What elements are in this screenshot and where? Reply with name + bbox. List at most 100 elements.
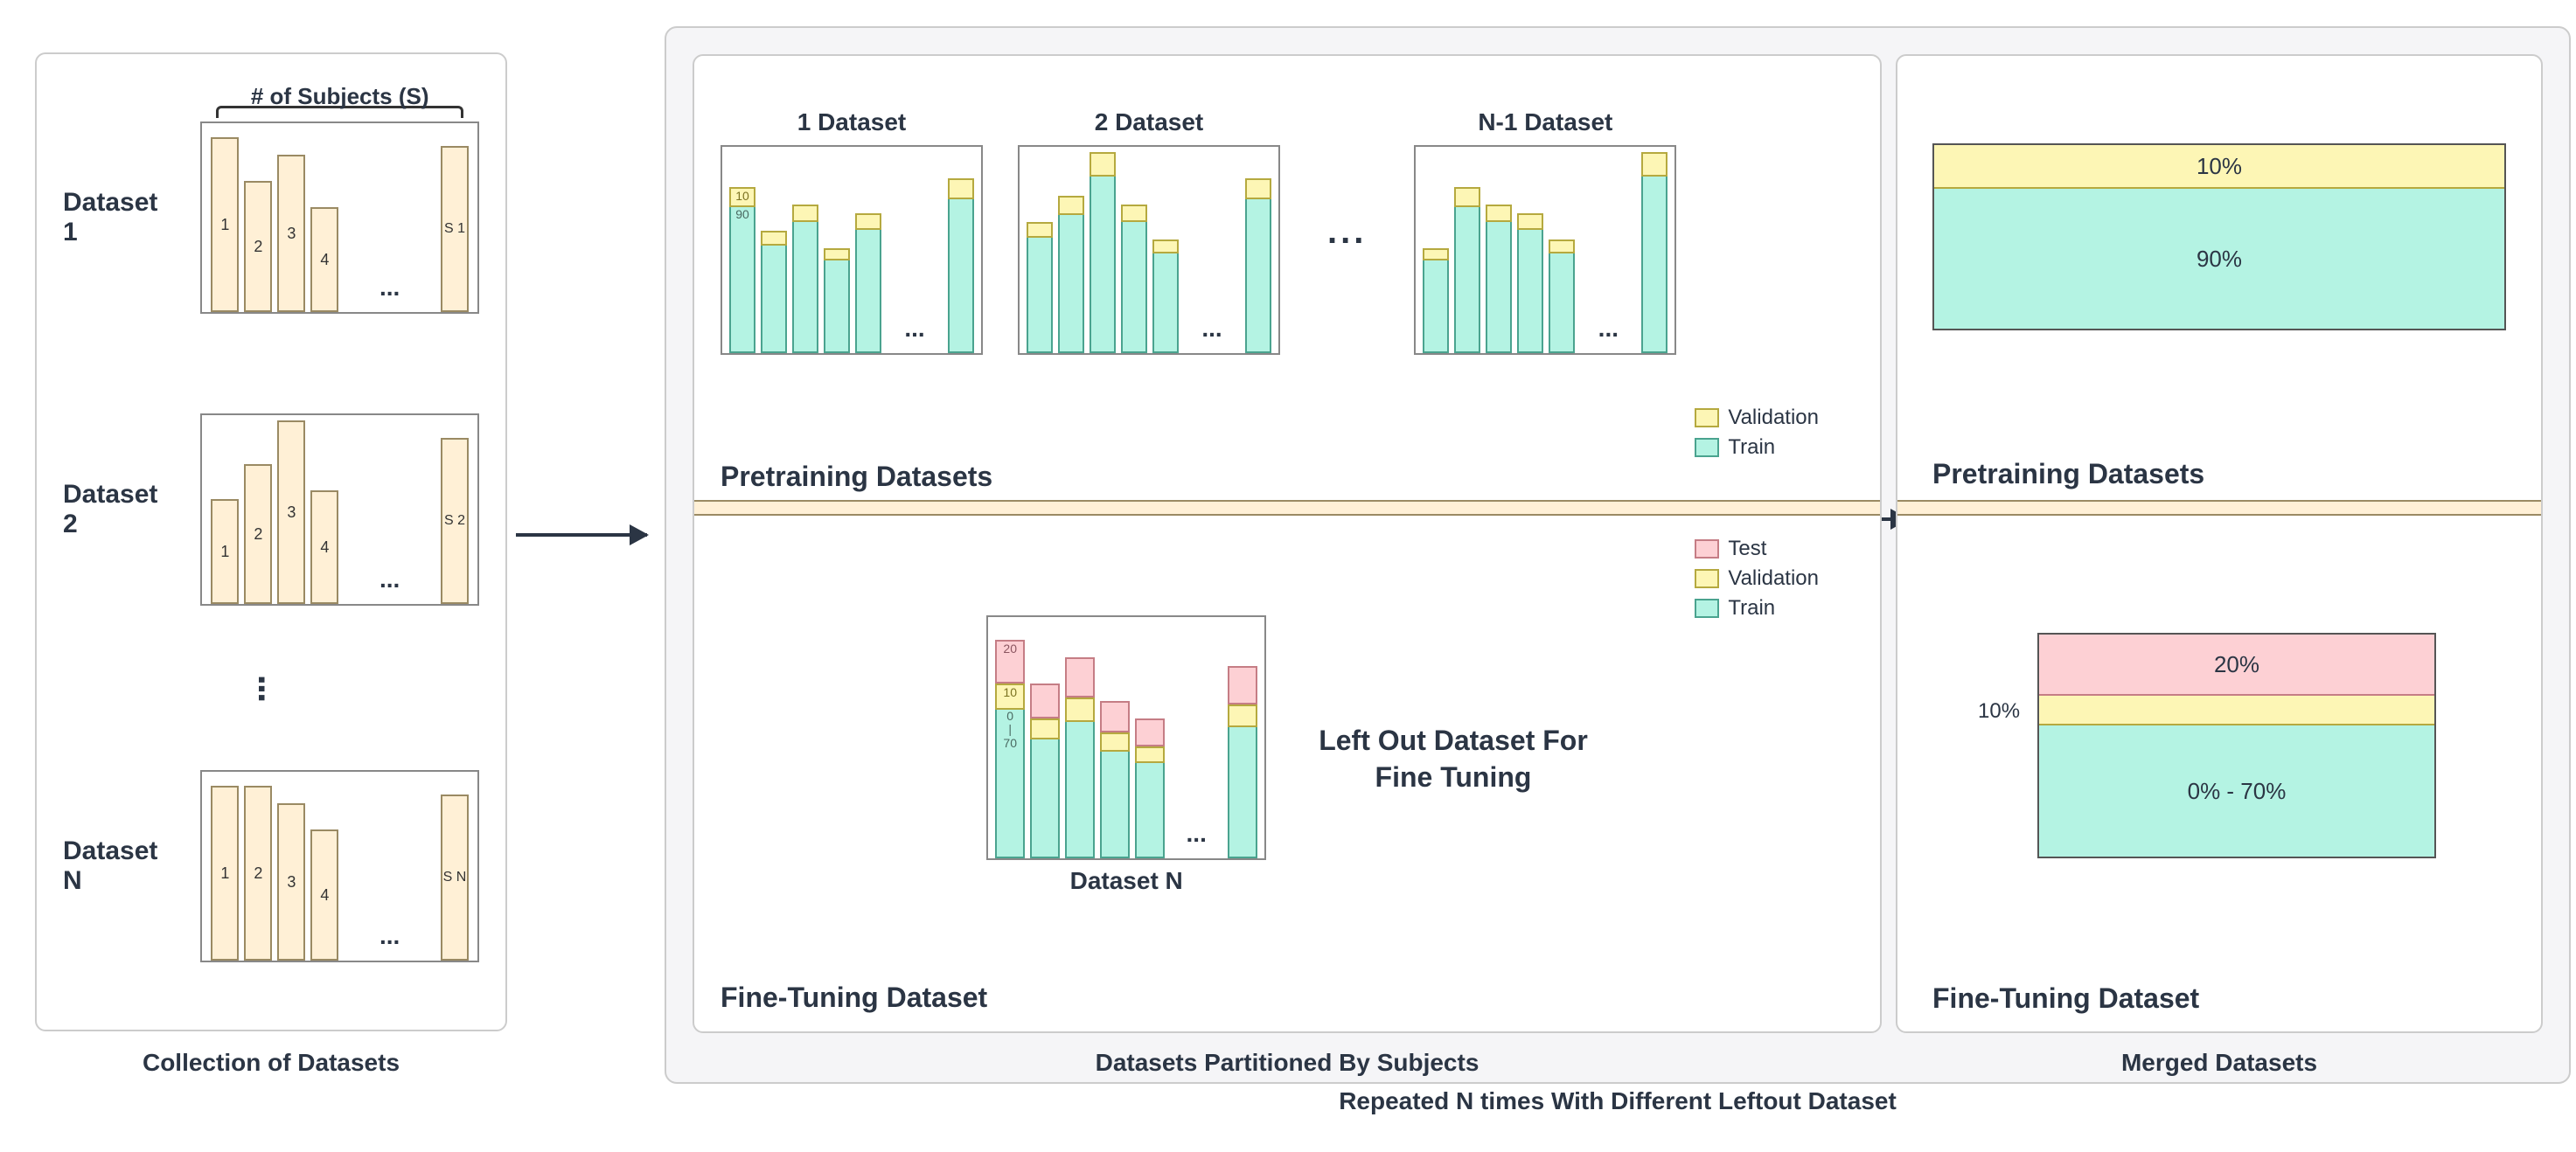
bar-test-segment: 20	[995, 640, 1025, 684]
brace-label: # of Subjects (S)	[251, 83, 429, 110]
pretrain-charts-row: 1 Dataset1090...2 Dataset......N-1 Datas…	[721, 108, 1854, 355]
bar-train-segment	[1486, 222, 1512, 353]
subject-bar: 1	[211, 499, 239, 604]
train-swatch	[1695, 599, 1719, 618]
merged-ft-train: 0% - 70%	[2039, 725, 2434, 857]
merged-finetune-block: 20% 0% - 70% 10%	[2037, 633, 2436, 858]
subject-bar: 4	[310, 207, 338, 312]
bar-test-segment	[1030, 684, 1060, 718]
bar-train-segment	[1454, 207, 1480, 353]
subject-bar: 1	[211, 786, 239, 961]
bar-val-segment: 10	[995, 684, 1025, 710]
merged-finetune-label: Fine-Tuning Dataset	[1932, 982, 2199, 1015]
finetune-chart: 20100 | 70...	[986, 615, 1266, 860]
stacked-bar	[1135, 718, 1165, 858]
bar-val-segment: 10	[729, 187, 755, 207]
pretrain-area: 1 Dataset1090...2 Dataset......N-1 Datas…	[721, 73, 1854, 493]
ellipsis: ...	[1315, 212, 1379, 252]
stacked-bar	[1228, 666, 1257, 858]
subject-bar-last: S N	[441, 795, 469, 961]
validation-swatch	[1695, 408, 1719, 427]
legend-label: Train	[1728, 435, 1775, 460]
test-swatch	[1695, 539, 1719, 559]
stacked-bar	[1641, 152, 1667, 353]
legend-label: Test	[1728, 537, 1766, 561]
pretrain-chart-title: 1 Dataset	[721, 108, 983, 136]
bar-train-segment	[1030, 739, 1060, 858]
subject-bar: 3	[277, 803, 305, 961]
bar-train-segment	[761, 246, 787, 353]
legend-item-train: Train	[1695, 435, 1819, 460]
subject-bar-last: S 2	[441, 438, 469, 604]
bar-test-segment	[1100, 701, 1130, 732]
dataset-label: Dataset1	[63, 188, 184, 248]
ellipsis: ...	[344, 922, 435, 961]
bar-val-segment	[1152, 239, 1179, 253]
legend-item-test: Test	[1695, 537, 1819, 561]
bar-train-segment	[1245, 199, 1271, 353]
bar-train-segment	[1027, 238, 1053, 353]
collection-caption: Collection of Datasets	[35, 1049, 507, 1077]
repeat-region: Repeated N times With Different Leftout …	[665, 26, 2571, 1084]
subject-bar: 2	[244, 786, 272, 961]
bar-val-segment	[1228, 704, 1257, 727]
stacked-bar: 1090	[729, 187, 755, 353]
stacked-bar	[792, 205, 818, 353]
bar-train-segment	[824, 260, 850, 353]
pretrain-chart: 1090...	[721, 145, 983, 355]
subject-bar-last: S 1	[441, 146, 469, 312]
bar-train-segment	[1423, 260, 1449, 353]
bar-train-segment	[1228, 727, 1257, 858]
bar-val-segment	[1090, 152, 1116, 177]
bar-val-segment	[1454, 187, 1480, 207]
legend-item-validation: Validation	[1695, 566, 1819, 591]
ellipsis: ...	[344, 274, 435, 312]
dataset-row: DatasetN 1234...S N	[63, 753, 479, 980]
divider-band-3	[1897, 500, 2541, 516]
merged-pretrain-train: 90%	[1934, 189, 2504, 329]
legend-item-train: Train	[1695, 596, 1819, 621]
stacked-bar	[1517, 213, 1543, 353]
finetune-area: Test Validation Train 20100 | 70... Data…	[721, 528, 1854, 1014]
ellipsis: ...	[887, 315, 943, 353]
bar-train-segment	[1517, 230, 1543, 353]
legend-label: Train	[1728, 596, 1775, 621]
bar-train-segment	[1641, 177, 1667, 353]
subjects-chart: 1234...S 2	[200, 413, 479, 606]
stacked-bar	[1100, 701, 1130, 858]
pretrain-chart-wrap: 2 Dataset...	[1018, 108, 1280, 355]
bar-train-segment	[855, 230, 881, 353]
validation-swatch	[1695, 569, 1719, 588]
subject-bar: 2	[244, 464, 272, 604]
collection-panel: Dataset1# of Subjects (S)1234...S 1Datas…	[35, 52, 507, 1031]
pretrain-chart-title: 2 Dataset	[1018, 108, 1280, 136]
subjects-chart: 1234...S N	[200, 770, 479, 962]
bar-train-segment	[1065, 722, 1095, 858]
bar-val-segment	[1245, 178, 1271, 199]
legend-label: Validation	[1728, 566, 1819, 591]
finetune-section-label: Fine-Tuning Dataset	[721, 982, 987, 1014]
bar-val-segment	[1100, 732, 1130, 752]
merged-ft-val	[2039, 696, 2434, 725]
stacked-bar	[855, 213, 881, 353]
partitioned-caption: Datasets Partitioned By Subjects	[693, 1049, 1882, 1077]
dataset-label: DatasetN	[63, 836, 184, 897]
dataset-label: Dataset2	[63, 480, 184, 540]
stacked-bar	[1030, 684, 1060, 858]
subject-bar: 3	[277, 420, 305, 604]
merged-panel: 10% 90% Pretraining Datasets 20% 0% - 70…	[1896, 54, 2543, 1033]
ft-chart-title: Dataset N	[986, 867, 1266, 895]
legend-item-validation: Validation	[1695, 406, 1819, 430]
bar-test-segment	[1228, 666, 1257, 704]
subject-bar: 4	[310, 490, 338, 604]
dataset-row: Dataset2 1234...S 2	[63, 396, 479, 623]
bar-val-segment	[948, 178, 974, 199]
train-swatch	[1695, 438, 1719, 457]
dataset-row: Dataset1# of Subjects (S)1234...S 1	[63, 104, 479, 331]
stacked-bar	[824, 248, 850, 353]
ellipsis: ...	[1170, 820, 1222, 858]
subject-bar: 3	[277, 155, 305, 312]
merged-ft-val-side-label: 10%	[1978, 699, 2020, 724]
bar-train-segment	[792, 222, 818, 353]
bar-train-segment	[1549, 253, 1575, 353]
